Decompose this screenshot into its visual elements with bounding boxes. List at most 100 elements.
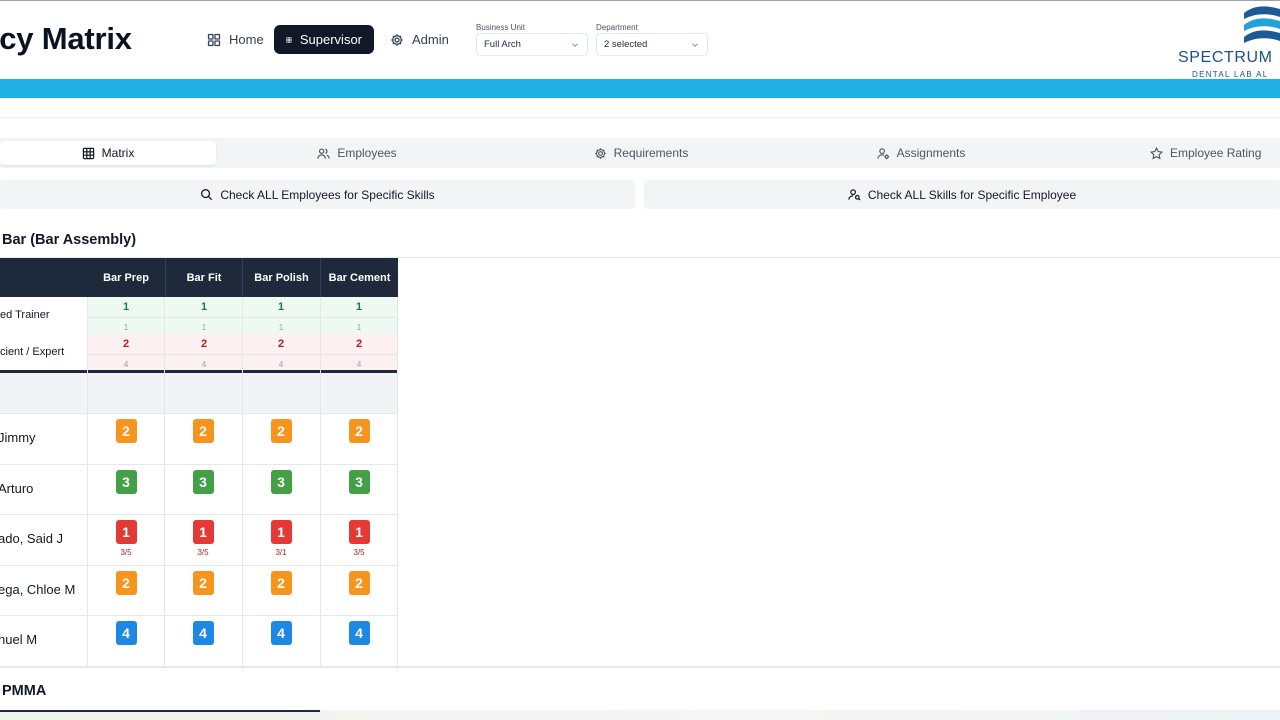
requirement-current: 1	[87, 317, 165, 335]
requirement-required: 1	[200, 301, 208, 313]
row-divider	[0, 413, 398, 414]
requirement-label-expert: cient / Expert	[0, 346, 65, 358]
proficiency-badge[interactable]: 1	[192, 520, 214, 544]
matrix-corner-header	[0, 258, 87, 297]
nav-admin[interactable]: Admin	[378, 25, 461, 54]
proficiency-badge[interactable]: 3	[115, 470, 137, 494]
app-header: ciency Matrix Home Supervisor Admin Busi…	[0, 1, 1280, 79]
user-search-icon	[848, 189, 861, 201]
employee-name[interactable]: Jimmy	[0, 430, 36, 445]
search-icon	[201, 189, 213, 201]
tab-matrix[interactable]: Matrix	[0, 141, 216, 165]
requirement-required: 1	[122, 301, 130, 313]
chevron-down-icon	[692, 43, 698, 48]
tab-employee-rating-label: Employee Rating	[1170, 146, 1262, 160]
row-divider	[0, 464, 398, 465]
employee-name[interactable]: nuel M	[0, 632, 37, 647]
logo-subtitle: DENTAL LAB AL	[1192, 70, 1269, 79]
tab-requirements[interactable]: Requirements	[546, 141, 736, 165]
tab-assignments-label: Assignments	[896, 146, 966, 160]
employee-name[interactable]: ega, Chloe M	[0, 582, 75, 597]
chevron-down-icon	[572, 43, 578, 48]
requirement-current: 4	[320, 354, 398, 372]
tab-matrix-label: Matrix	[101, 146, 135, 160]
row-divider	[0, 565, 398, 566]
star-icon	[1150, 146, 1163, 159]
tab-employees[interactable]: Employees	[262, 141, 452, 165]
tab-assignments[interactable]: Assignments	[826, 141, 1016, 165]
requirement-current: 4	[242, 354, 320, 372]
proficiency-badge[interactable]: 1	[270, 520, 292, 544]
grid-icon	[82, 147, 94, 159]
requirement-cell: 11	[87, 297, 165, 335]
proficiency-badge[interactable]: 2	[348, 571, 370, 595]
tab-employee-rating[interactable]: Employee Rating	[1110, 141, 1280, 165]
proficiency-badge[interactable]: 2	[348, 419, 370, 443]
tab-employees-label: Employees	[337, 146, 397, 160]
check-all-employees-label: Check ALL Employees for Specific Skills	[220, 187, 435, 202]
employee-name[interactable]: Arturo	[0, 481, 33, 496]
proficiency-badge[interactable]: 2	[270, 571, 292, 595]
requirement-required: 2	[200, 338, 208, 350]
requirement-cell: 24	[320, 334, 398, 372]
proficiency-note: 3/5	[353, 548, 365, 557]
business-unit-select[interactable]: Full Arch	[476, 33, 588, 56]
nav-admin-label: Admin	[412, 32, 449, 47]
matrix-spacer-row	[0, 373, 398, 413]
grid-icon	[207, 33, 221, 46]
proficiency-badge[interactable]: 2	[270, 419, 292, 443]
proficiency-badge[interactable]: 3	[270, 470, 292, 494]
requirement-required: 2	[355, 338, 363, 350]
nav-supervisor-label: Supervisor	[299, 32, 362, 47]
proficiency-badge[interactable]: 1	[348, 520, 370, 544]
nav-home[interactable]: Home	[195, 25, 276, 54]
proficiency-badge[interactable]: 4	[192, 621, 214, 645]
logo-wordmark: SPECTRUM	[1178, 49, 1273, 66]
department-select[interactable]: 2 selected	[596, 33, 708, 56]
proficiency-badge[interactable]: 2	[115, 419, 137, 443]
requirement-required: 1	[277, 301, 285, 313]
check-all-skills-button[interactable]: Check ALL Skills for Specific Employee	[644, 180, 1280, 209]
proficiency-badge[interactable]: 4	[115, 621, 137, 645]
proficiency-note: 3/5	[197, 548, 209, 557]
proficiency-note: 3/5	[120, 548, 132, 557]
row-divider	[0, 514, 398, 515]
company-logo: SPECTRUM DENTAL LAB AL	[1178, 3, 1280, 79]
requirement-label-trainer: ed Trainer	[0, 309, 50, 321]
nav-home-label: Home	[229, 32, 264, 47]
department-value: 2 selected	[604, 39, 648, 50]
section-divider-2	[0, 666, 1280, 668]
nav-supervisor[interactable]: Supervisor	[274, 25, 374, 54]
wave-logo-icon	[1244, 6, 1280, 43]
accent-banner	[0, 79, 1280, 98]
requirement-cell: 11	[242, 297, 320, 335]
skill-header-bar-polish: Bar Polish	[242, 258, 320, 297]
requirement-cell: 11	[165, 297, 243, 335]
requirement-cell: 24	[87, 334, 165, 372]
check-all-employees-button[interactable]: Check ALL Employees for Specific Skills	[0, 180, 635, 209]
gear-icon	[594, 147, 606, 159]
scroll-indicator	[0, 710, 320, 712]
proficiency-badge[interactable]: 4	[270, 621, 292, 645]
business-unit-label: Business Unit	[476, 23, 525, 32]
divider	[0, 117, 1280, 118]
requirement-cell: 11	[320, 297, 398, 335]
proficiency-badge[interactable]: 2	[115, 571, 137, 595]
skill-header-bar-prep: Bar Prep	[87, 258, 165, 297]
proficiency-badge[interactable]: 2	[192, 419, 214, 443]
requirement-current: 4	[165, 354, 243, 372]
requirement-current: 1	[165, 317, 243, 335]
proficiency-badge[interactable]: 4	[348, 621, 370, 645]
employee-name[interactable]: ado, Said J	[0, 531, 63, 546]
proficiency-badge[interactable]: 1	[115, 520, 137, 544]
requirement-current: 1	[320, 317, 398, 335]
gear-icon	[391, 33, 403, 46]
proficiency-badge[interactable]: 3	[348, 470, 370, 494]
proficiency-badge[interactable]: 2	[192, 571, 214, 595]
requirement-current: 4	[87, 354, 165, 372]
department-label: Department	[596, 23, 638, 32]
requirement-cell: 24	[165, 334, 243, 372]
section-title: Bar (Bar Assembly)	[2, 232, 137, 248]
proficiency-badge[interactable]: 3	[192, 470, 214, 494]
requirement-cell: 24	[242, 334, 320, 372]
